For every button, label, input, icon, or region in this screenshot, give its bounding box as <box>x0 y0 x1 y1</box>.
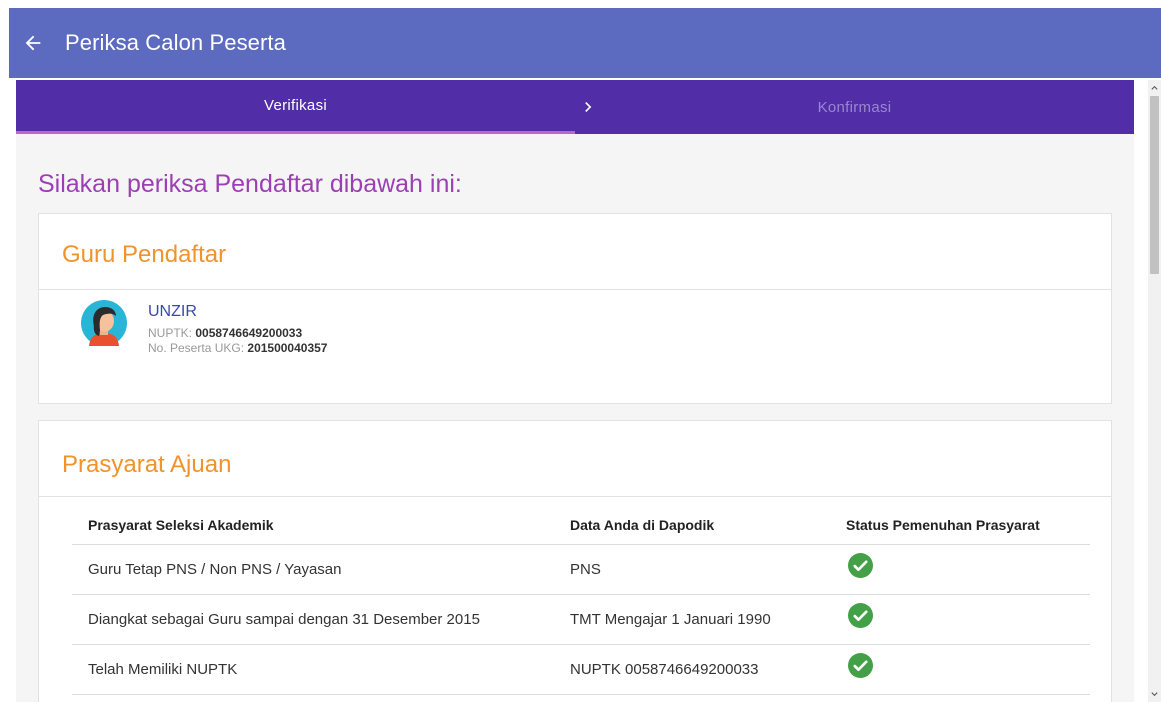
step-verifikasi[interactable]: Verifikasi <box>16 80 575 134</box>
nuptk-label: NUPTK: <box>148 326 193 340</box>
table-row: Guru Tetap PNS / Non PNS / Yayasan PNS <box>72 545 1090 595</box>
female-avatar-icon <box>81 300 127 346</box>
check-circle-icon <box>848 653 873 678</box>
prasyarat-table: Prasyarat Seleksi Akademik Data Anda di … <box>72 507 1090 695</box>
card-title: Guru Pendaftar <box>62 241 227 268</box>
arrow-left-icon <box>25 35 41 51</box>
table-row: Telah Memiliki NUPTK NUPTK 0058746649200… <box>72 645 1090 695</box>
check-circle-icon <box>848 603 873 628</box>
nuptk-value: 0058746649200033 <box>195 326 303 340</box>
column-header: Status Pemenuhan Prasyarat <box>846 517 1040 533</box>
back-button[interactable] <box>9 8 57 78</box>
table-row: Diangkat sebagai Guru sampai dengan 31 D… <box>72 595 1090 645</box>
ukg-value: 201500040357 <box>247 341 328 355</box>
guru-pendaftar-card: Guru Pendaftar UNZIR NUPTK: 005874664920… <box>38 213 1112 404</box>
card-title: Prasyarat Ajuan <box>62 451 232 478</box>
prasyarat-ajuan-card: Prasyarat Ajuan Prasyarat Seleksi Akadem… <box>38 420 1112 702</box>
requirement-cell: Diangkat sebagai Guru sampai dengan 31 D… <box>88 611 480 628</box>
scroll-up-arrow-icon[interactable] <box>1150 83 1159 93</box>
requirement-cell: Guru Tetap PNS / Non PNS / Yayasan <box>88 561 342 578</box>
column-header: Data Anda di Dapodik <box>570 517 715 533</box>
ukg-label: No. Peserta UKG: <box>148 341 245 355</box>
column-header: Prasyarat Seleksi Akademik <box>88 517 274 533</box>
scrollbar-thumb[interactable] <box>1150 96 1159 274</box>
divider <box>39 496 1111 497</box>
stepper: Verifikasi Konfirmasi <box>16 80 1134 134</box>
dapodik-data-cell: TMT Mengajar 1 Januari 1990 <box>570 611 771 628</box>
dapodik-data-cell: NUPTK 0058746649200033 <box>570 661 759 678</box>
page-title: Periksa Calon Peserta <box>65 30 286 55</box>
scroll-down-arrow-icon[interactable] <box>1150 689 1159 699</box>
dapodik-data-cell: PNS <box>570 561 601 578</box>
divider <box>39 289 1111 290</box>
teacher-name: UNZIR <box>148 303 197 320</box>
main-content: Verifikasi Konfirmasi Silakan periksa Pe… <box>16 80 1134 702</box>
app-bar: Periksa Calon Peserta <box>9 8 1161 78</box>
ukg-line: No. Peserta UKG: 201500040357 <box>148 341 327 355</box>
requirement-cell: Telah Memiliki NUPTK <box>88 661 238 678</box>
table-header: Prasyarat Seleksi Akademik Data Anda di … <box>72 507 1090 545</box>
vertical-scrollbar[interactable] <box>1148 80 1161 702</box>
page: Periksa Calon Peserta Verifikasi Konfirm… <box>0 0 1161 702</box>
step-konfirmasi[interactable]: Konfirmasi <box>575 80 1134 134</box>
check-circle-icon <box>848 553 873 578</box>
section-heading: Silakan periksa Pendaftar dibawah ini: <box>38 170 462 198</box>
nuptk-line: NUPTK: 0058746649200033 <box>148 326 302 340</box>
